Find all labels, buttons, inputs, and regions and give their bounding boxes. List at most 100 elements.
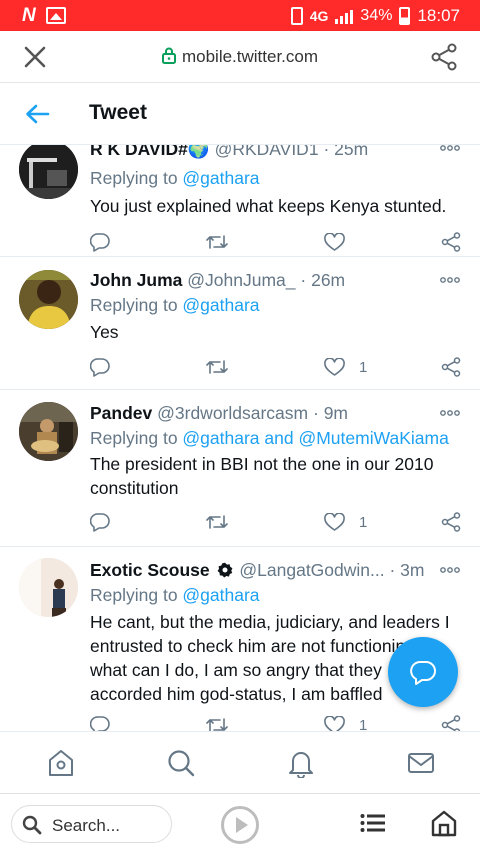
search-icon[interactable]	[166, 748, 196, 778]
tweet-text: Yes	[90, 322, 119, 342]
compose-bubble-icon	[410, 661, 436, 685]
signal-icon	[335, 8, 354, 24]
lock-icon	[161, 47, 176, 64]
verified-badge-icon	[217, 562, 232, 578]
replying-label: Replying to	[90, 428, 183, 448]
retweet-icon	[206, 515, 228, 529]
clock: 18:07	[417, 6, 460, 25]
reply-button[interactable]	[90, 511, 110, 533]
replying-to: Replying to @gathara	[90, 295, 260, 316]
replying-label: Replying to	[90, 585, 183, 605]
like-button[interactable]: 1	[324, 511, 367, 533]
mention-link[interactable]: @gathara and @MutemiWaKiama	[182, 428, 448, 448]
replying-to: Replying to @gathara	[90, 168, 260, 189]
like-count: 1	[359, 716, 368, 732]
share-icon	[441, 232, 461, 252]
retweet-button[interactable]	[206, 714, 228, 731]
author-handle[interactable]: @3rdworldsarcasm	[157, 403, 308, 423]
reply-icon	[90, 233, 110, 252]
like-count: 1	[359, 513, 368, 531]
avatar[interactable]	[19, 145, 78, 199]
retweet-button[interactable]	[206, 511, 228, 533]
replying-label: Replying to	[90, 168, 183, 188]
heart-icon	[324, 715, 345, 731]
tweet-time: · 25m	[323, 145, 369, 159]
author-name[interactable]: R K DAVID#	[90, 145, 188, 159]
browser-search-input[interactable]: Search...	[11, 805, 172, 843]
retweet-button[interactable]	[206, 231, 228, 253]
play-button[interactable]	[221, 806, 259, 844]
browser-bottom-bar: Search...	[0, 793, 480, 854]
mention-link[interactable]: @gathara	[182, 168, 259, 188]
more-options-icon[interactable]	[440, 410, 460, 416]
status-bar: N 4G 34% 18:07	[0, 0, 480, 31]
retweet-icon	[206, 360, 228, 374]
home-icon[interactable]	[46, 748, 76, 778]
reply-icon	[90, 358, 110, 377]
share-icon	[441, 512, 461, 532]
tweet-item[interactable]: John Juma @JohnJuma_ · 26m Replying to @…	[0, 257, 480, 390]
tweet-item[interactable]: Pandev @3rdworldsarcasm · 9m Replying to…	[0, 390, 480, 547]
browser-home-icon[interactable]	[430, 809, 458, 837]
share-icon	[441, 715, 461, 731]
avatar[interactable]	[19, 558, 78, 617]
mention-link[interactable]: @gathara	[182, 585, 259, 605]
retweet-button[interactable]	[206, 356, 228, 378]
globe-emoji-icon: 🌍	[187, 145, 210, 159]
bottom-nav	[0, 731, 480, 793]
menu-list-icon[interactable]	[360, 812, 386, 834]
author-handle[interactable]: @JohnJuma_	[187, 270, 295, 290]
share-tweet-button[interactable]	[441, 231, 461, 253]
tweet-actions: 1	[0, 714, 480, 731]
page-header: Tweet	[0, 83, 480, 145]
tweet-time: · 9m	[313, 403, 348, 423]
more-options-icon[interactable]	[440, 567, 460, 573]
author-name[interactable]: John Juma	[90, 270, 182, 290]
avatar[interactable]	[19, 270, 78, 329]
share-icon[interactable]	[430, 43, 458, 71]
notifications-bell-icon[interactable]	[286, 748, 316, 778]
like-button[interactable]	[324, 231, 359, 253]
tweet-time: · 26m	[300, 270, 346, 290]
retweet-icon	[206, 718, 228, 731]
tweet-actions: 1	[0, 356, 480, 380]
author-handle[interactable]: @LangatGodwin...	[239, 560, 384, 580]
reply-button[interactable]	[90, 231, 110, 253]
like-button[interactable]: 1	[324, 356, 367, 378]
image-notification-icon	[45, 7, 66, 24]
tweet-time: · 3m	[389, 560, 425, 580]
heart-icon	[324, 232, 345, 251]
author-handle[interactable]: @RKDAVID1	[215, 145, 319, 159]
url-bar[interactable]: mobile.twitter.com	[0, 47, 480, 67]
like-button[interactable]: 1	[324, 714, 367, 731]
tweet-item[interactable]: R K DAVID#🌍 @RKDAVID1 · 25m Replying to …	[0, 145, 480, 257]
share-tweet-button[interactable]	[441, 356, 461, 378]
app-notification-icon: N	[22, 5, 36, 26]
share-tweet-button[interactable]	[441, 511, 461, 533]
tweet-text: You just explained what keeps Kenya stun…	[90, 196, 447, 216]
mention-link[interactable]: @gathara	[182, 295, 259, 315]
reply-icon	[90, 513, 110, 532]
reply-button[interactable]	[90, 356, 110, 378]
heart-icon	[324, 512, 345, 531]
avatar[interactable]	[19, 402, 78, 461]
more-options-icon[interactable]	[440, 145, 460, 151]
like-count: 1	[359, 358, 368, 376]
compose-reply-button[interactable]	[388, 637, 458, 707]
tweet-actions: 1	[0, 511, 480, 535]
share-icon	[441, 357, 461, 377]
share-tweet-button[interactable]	[441, 714, 461, 731]
search-placeholder: Search...	[52, 816, 121, 835]
network-type: 4G	[309, 8, 329, 24]
more-options-icon[interactable]	[440, 277, 460, 283]
tweet-actions	[0, 231, 480, 255]
vibrate-icon	[290, 7, 303, 25]
url-text: mobile.twitter.com	[181, 47, 319, 66]
author-name[interactable]: Pandev	[90, 403, 152, 423]
reply-button[interactable]	[90, 714, 110, 731]
messages-icon[interactable]	[406, 748, 436, 778]
search-icon	[22, 815, 42, 835]
author-name[interactable]: Exotic Scouse	[90, 560, 210, 580]
retweet-icon	[206, 235, 228, 249]
back-arrow-icon[interactable]	[24, 103, 50, 125]
